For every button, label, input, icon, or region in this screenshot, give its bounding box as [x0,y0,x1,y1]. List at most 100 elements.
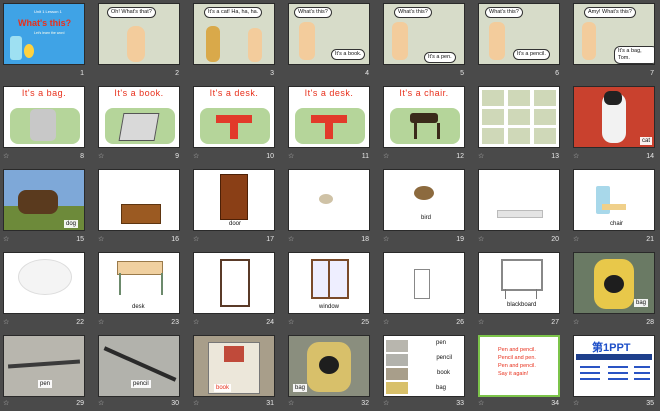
answer-bubble: It's a book. [331,49,366,60]
slide-number-20: 20 [551,236,559,243]
slide-number-12: 12 [456,153,464,160]
slide-number-18: 18 [361,236,369,243]
slide-thumbnail-33[interactable]: pen pencil book bag [383,335,465,397]
slide-1-small-top: Unit 1 Lesson 1 [34,9,62,14]
slide-caption: pen [38,380,53,388]
slide-number-14: 14 [646,153,654,160]
slide-thumbnail-21[interactable]: chair [573,169,655,231]
blue-banner [576,354,652,360]
slide-thumbnail-13[interactable] [478,86,560,148]
slide-number-9: 9 [175,153,179,160]
sentence-text: It's a desk. [209,88,259,98]
cat-head [604,91,622,105]
slide-thumbnail-26[interactable] [383,252,465,314]
boy-figure [299,22,315,60]
slide-thumbnail-6[interactable]: What's this? It's a pencil. [478,3,560,65]
slide-thumbnail-12[interactable]: It's a chair. [383,86,465,148]
book-cover-art [224,346,244,362]
slide-caption: window [317,303,342,311]
link-row [580,378,600,380]
desk-legs [119,273,163,295]
slide-thumbnail-20[interactable] [478,169,560,231]
door-frame-image [414,269,430,299]
slide-caption: dog [64,220,79,228]
slide-thumbnail-7[interactable]: Amy! What's this? It's a bag, Tom. [573,3,655,65]
slide-thumbnail-30[interactable]: pencil [98,335,180,397]
slide-thumbnail-35[interactable]: 第1PPT [573,335,655,397]
door-image [220,174,248,220]
slide-thumbnail-14[interactable]: cat [573,86,655,148]
slide-transition-icon: ☆ [383,153,390,160]
slide-thumbnail-27[interactable]: blackboard [478,252,560,314]
slide-number-30: 30 [171,400,179,407]
slide-thumbnail-28[interactable]: bag [573,252,655,314]
link-row [634,378,650,380]
link-row [634,366,650,368]
slide-thumbnail-9[interactable]: It's a book. [98,86,180,148]
slide-number-6: 6 [555,70,559,77]
slide-number-15: 15 [76,236,84,243]
slide-transition-icon: ☆ [573,400,580,407]
slide-thumbnail-25[interactable]: window [288,252,370,314]
slide-number-4: 4 [365,70,369,77]
slide-thumbnail-23[interactable]: desk [98,252,180,314]
slide-thumbnail-16[interactable] [98,169,180,231]
slide-number-25: 25 [361,319,369,326]
blackboard-image [501,259,543,291]
slide-thumbnail-22[interactable] [3,252,85,314]
slide-transition-icon: ☆ [573,236,580,243]
slide-thumbnail-18[interactable] [288,169,370,231]
boy-figure [392,22,408,60]
slide-thumbnail-2[interactable]: Oh! What's that? [98,3,180,65]
boy-figure [489,22,505,60]
slide-number-16: 16 [171,236,179,243]
chant-line-1: Pen and pencil. [498,347,536,353]
slide-thumbnail-11[interactable]: It's a desk. [288,86,370,148]
comic-panel [482,128,504,144]
slide-thumbnail-19[interactable]: bird [383,169,465,231]
slide-thumbnail-32[interactable]: bag [288,335,370,397]
slide-number-35: 35 [646,400,654,407]
speech-bubble: It's a cat! Ha, ha, ha. [204,7,263,18]
slide-caption: chair [608,220,626,228]
comic-panel [534,128,556,144]
slide-thumbnail-24[interactable] [193,252,275,314]
word-bag: bag [435,385,446,391]
slide-transition-icon: ☆ [478,153,485,160]
slide-transition-icon: ☆ [3,236,10,243]
slide-thumbnail-29[interactable]: pen [3,335,85,397]
slide-transition-icon: ☆ [478,319,485,326]
comic-panel [508,128,530,144]
slide-1-title: What's this? [18,18,72,28]
link-row [608,372,628,374]
slide-number-17: 17 [266,236,274,243]
slide-thumbnail-4[interactable]: What's this? It's a book. [288,3,370,65]
slide-thumbnail-31[interactable]: book [193,335,275,397]
slide-thumbnail-15[interactable]: dog [3,169,85,231]
boy-figure [127,26,145,62]
slide-number-32: 32 [361,400,369,407]
slide-number-33: 33 [456,400,464,407]
desk-leg [325,123,333,139]
slide-thumbnail-5[interactable]: What's this? It's a pen. [383,3,465,65]
slide-thumbnail-10[interactable]: It's a desk. [193,86,275,148]
girl-figure [206,26,220,62]
comic-panel [534,109,556,125]
slide-thumbnail-17[interactable]: door [193,169,275,231]
slide-transition-icon: ☆ [288,400,295,407]
slide-thumbnail-34[interactable]: Pen and pencil. Pencil and pen. Pen and … [478,335,560,397]
slide-number-27: 27 [551,319,559,326]
slide-number-7: 7 [650,70,654,77]
chant-line-2: Pencil and pen. [498,355,536,361]
speech-bubble: What's this? [485,7,523,18]
slide-thumbnail-3[interactable]: It's a cat! Ha, ha, ha. [193,3,275,65]
pencil-photo [103,346,177,382]
slide-transition-icon: ☆ [383,400,390,407]
ppt-logo: 第1PPT [592,342,631,354]
slide-thumbnail-1[interactable]: Unit 1 Lesson 1 What's this? Let's learn… [3,3,85,65]
slide-thumbnail-8[interactable]: It's a bag. [3,86,85,148]
thumb-bag [386,382,408,394]
slide-number-1: 1 [80,70,84,77]
slide-transition-icon: ☆ [98,319,105,326]
desk-illustration [216,115,252,123]
